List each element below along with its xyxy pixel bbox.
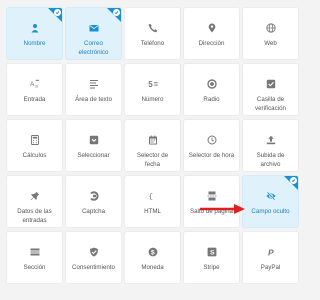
clock-icon — [206, 134, 218, 146]
field-tile-paypal[interactable]: P PayPal — [243, 232, 298, 283]
field-tile-label: Selector de fecha — [136, 152, 169, 168]
section-icon — [29, 246, 41, 258]
field-tile-cálculos[interactable]: Cálculos — [7, 120, 62, 171]
field-tile-radio[interactable]: Radio — [184, 64, 239, 115]
field-tile-consentimiento[interactable]: Consentimiento — [66, 232, 121, 283]
pin-icon — [29, 190, 41, 202]
field-tile-label: Nombre — [23, 40, 46, 47]
checkbox-icon — [265, 78, 277, 90]
map-pin-icon — [206, 22, 218, 34]
calendar-icon — [147, 134, 159, 146]
field-tile-label: Stripe — [203, 264, 220, 271]
field-tile-label: Radio — [203, 96, 220, 103]
field-tile-moneda[interactable]: $ Moneda — [125, 232, 180, 283]
field-tile-número[interactable]: 5 Número — [125, 64, 180, 115]
field-tile-seleccionar[interactable]: Seleccionar — [66, 120, 121, 171]
field-tile-selector-de-hora[interactable]: Selector de hora — [184, 120, 239, 171]
field-tile-entrada[interactable]: Aa Entrada — [7, 64, 62, 115]
field-tile-nombre[interactable]: Nombre — [7, 8, 62, 59]
globe-icon — [265, 22, 277, 34]
check-icon — [290, 177, 297, 184]
field-tile-label: Web — [264, 40, 277, 47]
envelope-icon — [88, 22, 100, 34]
person-icon — [29, 22, 41, 34]
field-tile-dirección[interactable]: Dirección — [184, 8, 239, 59]
svg-text:{ }: { } — [148, 194, 158, 201]
svg-text:P: P — [268, 247, 274, 257]
field-tile-stripe[interactable]: S Stripe — [184, 232, 239, 283]
field-tile-teléfono[interactable]: Teléfono — [125, 8, 180, 59]
field-tile-label: Teléfono — [140, 40, 165, 47]
check-icon — [54, 9, 61, 16]
field-tile-label: HTML — [144, 208, 161, 215]
eye-slash-icon — [265, 190, 277, 202]
field-tile-salto-de-página[interactable]: Salto de página — [184, 176, 239, 227]
page-break-icon — [206, 190, 218, 202]
text-input-icon: Aa — [29, 78, 41, 90]
field-tile-casilla-de-verificación[interactable]: Casilla de verificación — [243, 64, 298, 115]
check-icon — [113, 9, 120, 16]
field-tile-label: Seleccionar — [77, 152, 110, 159]
red-arrow-annotation — [200, 204, 245, 214]
number-icon: 5 — [147, 78, 159, 90]
field-tile-label: Número — [141, 96, 164, 103]
textarea-icon — [88, 78, 100, 90]
field-tile-html[interactable]: { } HTML — [125, 176, 180, 227]
field-tile-datos-de-las-entradas[interactable]: Datos de las entradas — [7, 176, 62, 227]
field-type-grid: Nombre Correo electrónico Teléfono Direcció… — [7, 8, 298, 283]
radio-icon — [206, 78, 218, 90]
shield-check-icon — [88, 246, 100, 258]
currency-icon: $ — [147, 246, 159, 258]
field-tile-selector-de-fecha[interactable]: Selector de fecha — [125, 120, 180, 171]
field-tile-label: Casilla de verificación — [255, 96, 286, 112]
field-tile-label: Sección — [23, 264, 46, 271]
field-tile-label: Subida de archivo — [256, 152, 285, 168]
field-tile-captcha[interactable]: Captcha — [66, 176, 121, 227]
calculator-icon — [29, 134, 41, 146]
field-tile-label: Datos de las entradas — [17, 208, 52, 224]
phone-icon — [147, 22, 159, 34]
field-tile-label: Captcha — [81, 208, 106, 215]
field-tile-campo-oculto[interactable]: Campo oculto — [243, 176, 298, 227]
field-tile-label: Moneda — [141, 264, 164, 271]
field-tile-web[interactable]: Web — [243, 8, 298, 59]
field-tile-área-de-texto[interactable]: Área de texto — [66, 64, 121, 115]
field-tile-subida-de-archivo[interactable]: Subida de archivo — [243, 120, 298, 171]
field-tile-label: Consentimiento — [72, 264, 115, 271]
stripe-icon: S — [206, 246, 218, 258]
svg-text:$: $ — [151, 250, 155, 257]
field-tile-label: Dirección — [198, 40, 225, 47]
field-tile-label: Selector de hora — [188, 152, 235, 159]
code-braces-icon: { } — [147, 190, 159, 202]
upload-icon — [265, 134, 277, 146]
field-tile-label: Área de texto — [75, 96, 112, 103]
field-tile-label: Cálculos — [22, 152, 47, 159]
field-tile-label: Entrada — [23, 96, 46, 103]
select-icon — [88, 134, 100, 146]
field-tile-label: Correo electrónico — [78, 40, 109, 56]
field-tile-sección[interactable]: Sección — [7, 232, 62, 283]
svg-text:S: S — [210, 250, 215, 257]
field-tile-label: Campo oculto — [251, 208, 290, 215]
captcha-icon — [88, 190, 100, 202]
field-tile-label: PayPal — [260, 264, 281, 271]
svg-text:5: 5 — [148, 80, 153, 89]
svg-text:a: a — [35, 84, 38, 89]
field-tile-correo-electrónico[interactable]: Correo electrónico — [66, 8, 121, 59]
paypal-icon: P — [265, 246, 277, 258]
